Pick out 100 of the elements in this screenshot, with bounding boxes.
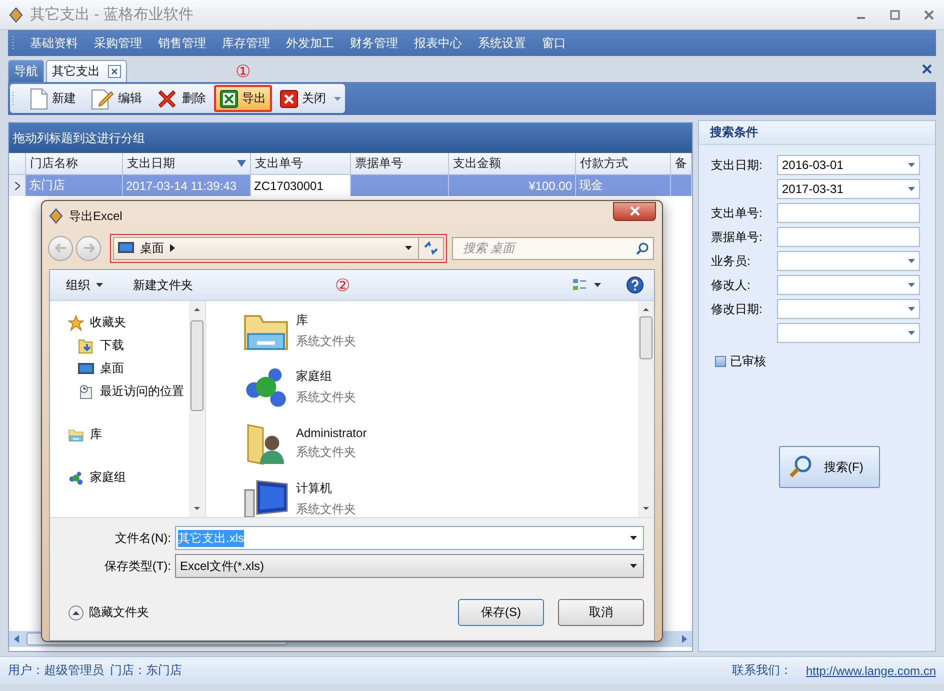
file-item[interactable]: Administrator 系统文件夹 — [242, 419, 638, 467]
group-hint: 拖动列标题到这进行分组 — [13, 130, 145, 146]
dropdown-field[interactable] — [777, 251, 920, 271]
dropdown-arrow-icon[interactable] — [630, 536, 637, 540]
hide-folders-button[interactable]: 隐藏文件夹 — [68, 604, 149, 621]
maximize-icon[interactable] — [888, 8, 902, 20]
search-field[interactable]: 搜索 桌面 — [452, 236, 654, 260]
recent-places-icon — [78, 384, 94, 400]
field-label: 票据单号: — [711, 228, 764, 246]
menu-item[interactable]: 采购管理 — [86, 34, 150, 52]
chevron-up-icon — [68, 604, 84, 620]
close-icon[interactable] — [922, 64, 932, 74]
panel-title: 搜索条件 — [710, 124, 758, 141]
desktop-icon — [118, 240, 134, 256]
toolbar-button[interactable]: 删除 — [150, 85, 212, 112]
document-icon — [30, 88, 48, 110]
help-icon[interactable] — [626, 276, 644, 294]
menu-item[interactable]: 基础资料 — [22, 34, 86, 52]
dropdown-field[interactable] — [777, 323, 920, 343]
menu-item[interactable]: 财务管理 — [342, 34, 406, 52]
app-icon — [8, 6, 24, 22]
input-field[interactable] — [777, 203, 920, 223]
chevron-icon — [170, 244, 175, 252]
view-options-icon[interactable] — [572, 278, 602, 292]
field-label: 支出单号: — [711, 204, 764, 222]
toolbar-button[interactable]: 关闭 — [274, 85, 332, 112]
field-label: 修改人: — [711, 276, 752, 294]
table-cell: ¥100.00 — [449, 175, 576, 196]
toolbar-button[interactable]: 新建 — [24, 85, 82, 112]
search-icon — [636, 242, 649, 254]
close-icon — [628, 206, 640, 216]
close-button[interactable] — [613, 202, 656, 220]
spreadsheet-icon — [220, 90, 238, 108]
tab[interactable]: 其它支出 — [46, 60, 127, 82]
file-item[interactable]: 家庭组 系统文件夹 — [242, 363, 638, 411]
table-cell: 现金 — [576, 175, 671, 196]
field-label: 支出日期: — [711, 156, 764, 174]
menu-item[interactable]: 外发加工 — [278, 34, 342, 52]
scrollbar[interactable] — [189, 301, 205, 517]
dropdown-field[interactable] — [777, 299, 920, 319]
field-label: 保存类型(T): — [103, 558, 172, 574]
row-pointer-icon — [14, 182, 20, 190]
checkbox[interactable] — [715, 356, 726, 367]
app-icon — [48, 208, 64, 224]
refresh-icon — [423, 241, 439, 255]
star-icon — [68, 314, 84, 330]
contact-label: 联系我们： — [732, 662, 792, 679]
caret-icon[interactable] — [334, 96, 341, 100]
refresh-button[interactable] — [419, 236, 444, 260]
organize-button[interactable]: 组织 — [66, 276, 103, 294]
new-folder-button[interactable]: 新建文件夹 — [133, 276, 193, 294]
dropdown-field[interactable]: 2017-03-31 — [777, 179, 920, 199]
dropdown-field[interactable]: 2016-03-01 — [777, 155, 920, 175]
grip-icon — [12, 35, 16, 51]
menu-item[interactable]: 窗口 — [534, 34, 574, 52]
field-label: 业务员: — [711, 252, 752, 270]
annotation-number: ① — [236, 61, 250, 82]
table-cell: ZC17030001 — [251, 175, 351, 196]
file-item[interactable]: 库 系统文件夹 — [242, 307, 638, 355]
menu-item[interactable]: 销售管理 — [150, 34, 214, 52]
menu-item[interactable]: 报表中心 — [406, 34, 470, 52]
nav-item[interactable]: 家庭组 — [68, 466, 189, 489]
forward-arrow-icon — [82, 243, 94, 253]
download-folder-icon — [78, 338, 94, 354]
close-icon[interactable] — [108, 65, 121, 78]
search-button[interactable]: 搜索(F) — [779, 446, 880, 488]
dropdown-arrow-icon[interactable] — [405, 246, 412, 250]
nav-item[interactable]: 桌面 — [68, 357, 189, 380]
table-cell: 2017-03-14 11:39:43 — [123, 175, 251, 196]
dropdown-arrow-icon[interactable] — [630, 564, 637, 568]
library-folder-icon — [68, 426, 84, 442]
store-info: 门店：东门店 — [110, 662, 182, 679]
user-info: 用户：超级管理员 — [8, 662, 104, 679]
cancel-button[interactable]: 取消 — [558, 599, 644, 626]
address-bar[interactable]: 桌面 — [113, 236, 419, 260]
close-icon — [280, 90, 298, 108]
toolbar-button[interactable]: 编辑 — [84, 85, 148, 112]
nav-item[interactable]: 库 — [68, 423, 189, 446]
table-cell: 东门店 — [26, 175, 123, 196]
menu-item[interactable]: 系统设置 — [470, 34, 534, 52]
search-input[interactable]: 搜索 桌面 — [461, 240, 636, 256]
file-type-dropdown[interactable]: Excel文件(*.xls) — [175, 554, 644, 578]
checkbox-label: 已审核 — [730, 353, 766, 370]
nav-item[interactable]: 收藏夹 — [68, 311, 189, 334]
input-field[interactable] — [777, 227, 920, 247]
nav-item[interactable]: 最近访问的位置 — [68, 380, 189, 403]
window-title: 其它支出 - 蓝格布业软件 — [30, 5, 194, 24]
scrollbar[interactable] — [638, 301, 654, 517]
field-label: 修改日期: — [711, 300, 764, 318]
field-label: 文件名(N): — [114, 530, 172, 546]
dialog-title: 导出Excel — [69, 208, 124, 224]
caret-icon — [96, 283, 103, 287]
close-icon[interactable] — [922, 8, 936, 20]
nav-item[interactable]: 下载 — [68, 334, 189, 357]
tab[interactable]: 导航 — [8, 60, 44, 82]
menu-item[interactable]: 库存管理 — [214, 34, 278, 52]
desktop-icon — [78, 360, 94, 376]
dropdown-field[interactable] — [777, 275, 920, 295]
save-button[interactable]: 保存(S) — [458, 599, 544, 626]
website-link[interactable]: http://www.lange.com.cn — [806, 664, 936, 678]
